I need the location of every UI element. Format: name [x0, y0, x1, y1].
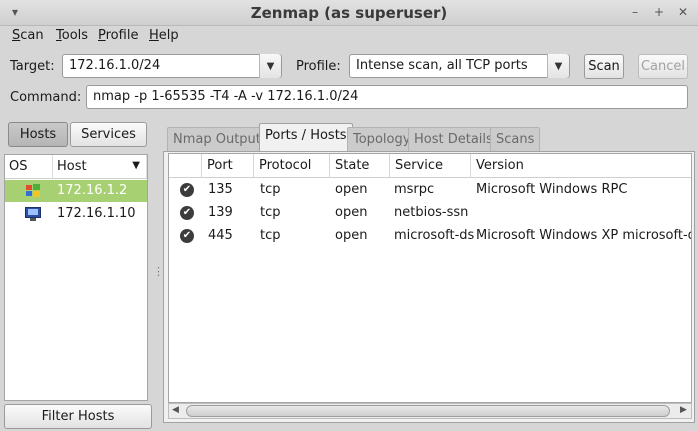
menu-scan-label: can: [20, 28, 44, 43]
menu-bar: Scan Tools Profile Help: [0, 26, 698, 50]
column-header-protocol[interactable]: Protocol: [254, 154, 330, 178]
target-dropdown-button[interactable]: ▼: [259, 54, 281, 78]
profile-dropdown-button[interactable]: ▼: [547, 54, 569, 78]
port-cell: 135: [208, 182, 233, 197]
version-cell: Microsoft Windows RPC: [476, 182, 628, 197]
profile-label: Profile:: [296, 59, 341, 74]
services-toggle-button[interactable]: Services: [70, 122, 147, 147]
scroll-left-icon[interactable]: ◀: [172, 405, 179, 415]
protocol-cell: tcp: [260, 182, 281, 197]
host-row[interactable]: 172.16.1.10: [5, 203, 147, 225]
service-cell: netbios-ssn: [394, 205, 469, 220]
port-cell: 139: [208, 205, 233, 220]
menu-tools[interactable]: Tools: [56, 28, 88, 43]
scan-button[interactable]: Scan: [584, 54, 624, 79]
table-row[interactable]: ✔ 139 tcp open netbios-ssn: [169, 202, 691, 225]
command-input[interactable]: nmap -p 1-65535 -T4 -A -v 172.16.1.0/24: [86, 85, 688, 109]
scroll-right-icon[interactable]: ▶: [680, 405, 687, 415]
menu-profile[interactable]: Profile: [98, 28, 138, 43]
column-header-version[interactable]: Version: [471, 154, 691, 178]
port-cell: 445: [208, 228, 233, 243]
menu-profile-mnemonic: P: [98, 28, 106, 43]
state-cell: open: [335, 205, 368, 220]
unknown-os-icon: [25, 207, 41, 221]
state-cell: open: [335, 182, 368, 197]
title-bar[interactable]: ▾ Zenmap (as superuser) – + ✕: [0, 0, 698, 26]
tab-nmap-output[interactable]: Nmap Output: [167, 127, 267, 151]
column-header-port[interactable]: Port: [202, 154, 254, 178]
menu-help-label: elp: [158, 28, 179, 43]
target-label: Target:: [10, 59, 55, 74]
check-icon: ✔: [180, 206, 194, 220]
menu-tools-label: ools: [61, 28, 89, 43]
chevron-down-icon: ▼: [554, 60, 563, 72]
host-address: 172.16.1.2: [57, 183, 128, 198]
host-address: 172.16.1.10: [57, 206, 136, 221]
filter-hosts-button[interactable]: Filter Hosts: [4, 404, 152, 429]
sort-arrow-icon: ▼: [132, 160, 140, 171]
tab-ports-hosts[interactable]: Ports / Hosts: [259, 123, 353, 152]
protocol-cell: tcp: [260, 205, 281, 220]
tab-topology[interactable]: Topology: [347, 127, 417, 151]
service-cell: msrpc: [394, 182, 435, 197]
host-list-header-os[interactable]: OS: [5, 155, 53, 179]
menu-scan[interactable]: Scan: [12, 28, 44, 43]
windows-os-icon: [25, 184, 41, 197]
window-title: Zenmap (as superuser): [250, 4, 448, 22]
service-cell: microsoft-ds: [394, 228, 475, 243]
check-icon: ✔: [180, 229, 194, 243]
maximize-icon[interactable]: +: [650, 3, 668, 21]
table-row[interactable]: ✔ 135 tcp open msrpc Microsoft Windows R…: [169, 179, 691, 202]
chevron-down-icon: ▼: [266, 60, 275, 72]
protocol-cell: tcp: [260, 228, 281, 243]
host-row[interactable]: 172.16.1.2: [5, 180, 147, 202]
host-header-label: Host: [57, 159, 87, 174]
host-list: OS Host ▼ 172.16.1.2 172.16.1.10: [4, 154, 148, 401]
check-icon: ✔: [180, 183, 194, 197]
tab-scans[interactable]: Scans: [490, 127, 541, 151]
menu-profile-label: rofile: [105, 28, 139, 43]
ports-table: Port Protocol State Service Version ✔ 13…: [168, 153, 692, 403]
column-header-status[interactable]: [169, 154, 202, 178]
menu-help-mnemonic: H: [149, 28, 159, 43]
profile-select[interactable]: Intense scan, all TCP ports: [349, 54, 570, 78]
hosts-toggle-button[interactable]: Hosts: [8, 122, 68, 147]
column-header-service[interactable]: Service: [390, 154, 471, 178]
table-row[interactable]: ✔ 445 tcp open microsoft-ds Microsoft Wi…: [169, 225, 692, 248]
command-label: Command:: [10, 90, 82, 105]
target-input[interactable]: 172.16.1.0/24: [62, 54, 282, 78]
scrollbar-thumb[interactable]: [186, 405, 670, 417]
tab-host-details[interactable]: Host Details: [408, 127, 499, 151]
version-cell: Microsoft Windows XP microsoft-ds: [476, 228, 692, 243]
cancel-button[interactable]: Cancel: [638, 54, 688, 79]
host-list-header-host[interactable]: Host ▼: [53, 155, 147, 179]
state-cell: open: [335, 228, 368, 243]
minimize-icon[interactable]: –: [626, 3, 644, 21]
menu-help[interactable]: Help: [149, 28, 179, 43]
column-header-state[interactable]: State: [330, 154, 390, 178]
close-icon[interactable]: ✕: [674, 3, 692, 21]
